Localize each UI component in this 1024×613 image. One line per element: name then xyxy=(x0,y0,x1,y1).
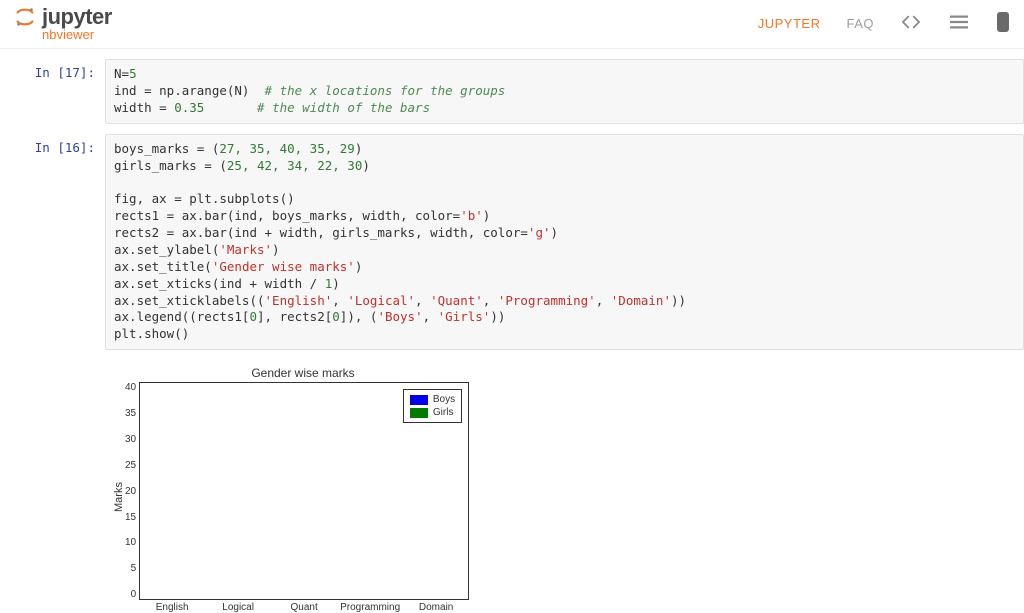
menu-lines-icon[interactable] xyxy=(948,13,970,34)
ytick: 0 xyxy=(131,589,137,600)
cell-source[interactable]: N=5 ind = np.arange(N) # the x locations… xyxy=(105,59,1024,124)
bar-chart: Gender wise marks Marks 40 35 30 25 20 15 10 5 0… xyxy=(113,366,493,613)
ytick: 10 xyxy=(125,537,136,548)
nav: JUPYTER FAQ xyxy=(758,11,1010,36)
logo[interactable]: jupyter nbviewer xyxy=(14,4,112,42)
jupyter-logo-icon xyxy=(14,6,36,28)
chart-legend: BoysGirls xyxy=(403,389,462,423)
ytick: 25 xyxy=(125,460,136,471)
xtick-label: English xyxy=(139,600,205,613)
chart-title: Gender wise marks xyxy=(113,366,493,380)
ytick: 5 xyxy=(131,563,137,574)
cell-output-chart: Gender wise marks Marks 40 35 30 25 20 15 10 5 0… xyxy=(105,360,1024,613)
header-bar: jupyter nbviewer JUPYTER FAQ xyxy=(0,0,1024,49)
ytick: 20 xyxy=(125,486,136,497)
chart-yaxis: 40 35 30 25 20 15 10 5 0 xyxy=(125,382,139,600)
extra-icon[interactable] xyxy=(996,11,1010,36)
ytick: 35 xyxy=(125,408,136,419)
legend-label: Boys xyxy=(433,393,455,406)
nav-link-faq[interactable]: FAQ xyxy=(846,16,874,31)
ytick: 15 xyxy=(125,512,136,523)
ytick: 30 xyxy=(125,434,136,445)
nav-link-jupyter[interactable]: JUPYTER xyxy=(758,16,821,31)
xtick-label: Domain xyxy=(403,600,469,613)
legend-swatch xyxy=(410,408,428,418)
cell-prompt: In [17]: xyxy=(0,59,105,124)
xtick-label: Quant xyxy=(271,600,337,613)
chart-xaxis: EnglishLogicalQuantProgrammingDomain xyxy=(139,600,469,613)
code-cell-16: In [16]: boys_marks = (27, 35, 40, 35, 2… xyxy=(0,134,1024,351)
ytick: 40 xyxy=(125,382,136,393)
legend-swatch xyxy=(410,395,428,405)
notebook-content: In [17]: N=5 ind = np.arange(N) # the x … xyxy=(0,49,1024,613)
legend-row: Boys xyxy=(410,393,455,406)
xtick-label: Logical xyxy=(205,600,271,613)
legend-label: Girls xyxy=(433,406,454,419)
xtick-label: Programming xyxy=(337,600,403,613)
chart-ylabel: Marks xyxy=(113,382,125,613)
brand-subtitle: nbviewer xyxy=(42,27,94,42)
code-icon[interactable] xyxy=(900,13,922,34)
legend-row: Girls xyxy=(410,406,455,419)
cell-prompt: In [16]: xyxy=(0,134,105,351)
cell-source[interactable]: boys_marks = (27, 35, 40, 35, 29) girls_… xyxy=(105,134,1024,351)
chart-plot-area: BoysGirls xyxy=(139,382,469,600)
code-cell-17: In [17]: N=5 ind = np.arange(N) # the x … xyxy=(0,59,1024,124)
